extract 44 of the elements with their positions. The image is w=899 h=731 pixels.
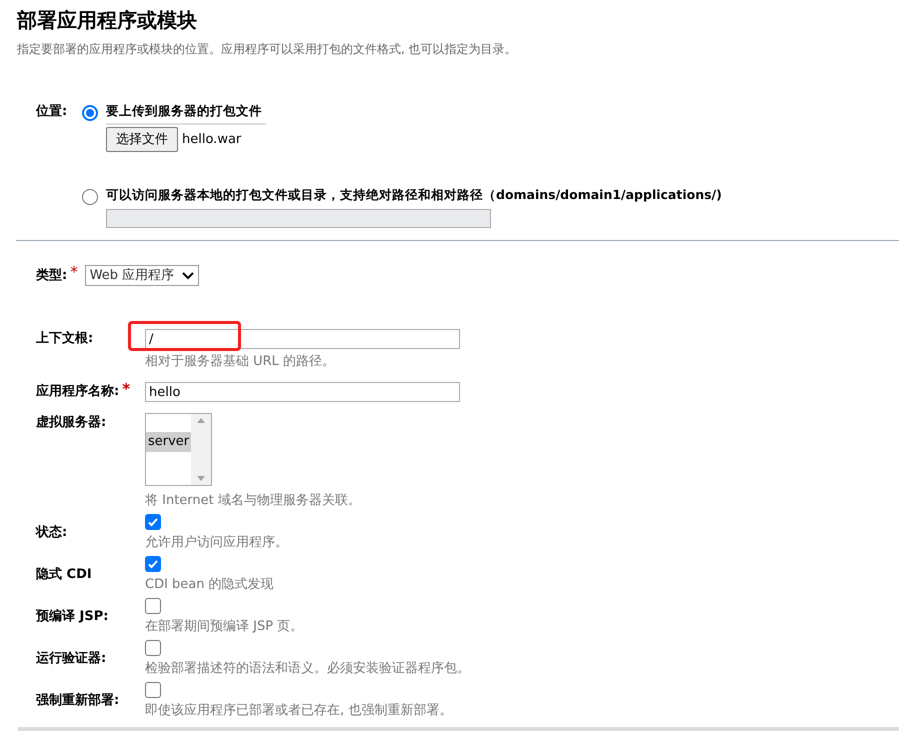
required-mark: *: [70, 265, 78, 280]
field-label: 位置:: [36, 104, 68, 119]
field-hint: 允许用户访问应用程序。: [145, 535, 288, 551]
list-option[interactable]: server: [146, 432, 192, 452]
scrollbar[interactable]: [191, 414, 211, 485]
file-name: hello.war: [182, 130, 242, 149]
required-mark: *: [122, 382, 130, 397]
checkbox[interactable]: [145, 598, 161, 614]
field-hint: 相对于服务器基础 URL 的路径。: [145, 354, 336, 370]
page-description: 指定要部署的应用程序或模块的位置。应用程序可以采用打包的文件格式, 也可以指定为目录。: [17, 41, 518, 58]
page-title: 部署应用程序或模块: [17, 7, 198, 34]
horizontal-scrollbar[interactable]: [18, 727, 899, 731]
field-label: 应用程序名称:: [36, 382, 120, 402]
field-label: 预编译 JSP:: [36, 608, 108, 626]
checkbox[interactable]: [145, 514, 161, 530]
app-name-input[interactable]: hello: [145, 382, 460, 402]
field-hint: 检验部署描述符的语法和语义。必须安装验证器程序包。: [145, 661, 470, 677]
context-root-input[interactable]: /: [145, 329, 460, 349]
field-hint: 将 Internet 域名与物理服务器关联。: [145, 493, 361, 509]
checkmark-icon: [147, 558, 159, 570]
radio-label: 可以访问服务器本地的打包文件或目录，支持绝对路径和相对路径（domains/domain1/applications/): [106, 186, 723, 204]
checkbox[interactable]: [145, 640, 161, 656]
type-select[interactable]: Web 应用程序: [84, 265, 200, 286]
field-label: 强制重新部署:: [36, 692, 120, 710]
chevron-down-icon: [182, 272, 194, 280]
field-label: 隐式 CDI: [36, 566, 92, 584]
checkbox[interactable]: [145, 682, 161, 698]
radio-button[interactable]: [82, 105, 98, 121]
field-label: 上下文根:: [36, 330, 94, 348]
field-label: 类型:: [36, 266, 68, 285]
radio-label: 要上传到服务器的打包文件: [106, 102, 266, 125]
field-label: 状态:: [36, 524, 68, 542]
checkmark-icon: [147, 516, 159, 528]
field-hint: 在部署期间预编译 JSP 页。: [145, 619, 304, 635]
choose-file-button[interactable]: 选择文件: [106, 126, 178, 152]
server-listbox[interactable]: server: [145, 413, 212, 486]
field-hint: CDI bean 的隐式发现: [145, 577, 274, 593]
radio-button[interactable]: [82, 189, 98, 206]
field-label: 虚拟服务器:: [36, 414, 106, 432]
scroll-down-icon[interactable]: [197, 476, 206, 481]
field-hint: 即使该应用程序已部署或者已存在, 也强制重新部署。: [145, 703, 452, 719]
scroll-up-icon[interactable]: [197, 418, 206, 423]
checkbox[interactable]: [145, 556, 161, 572]
field-label: 运行验证器:: [36, 650, 106, 668]
